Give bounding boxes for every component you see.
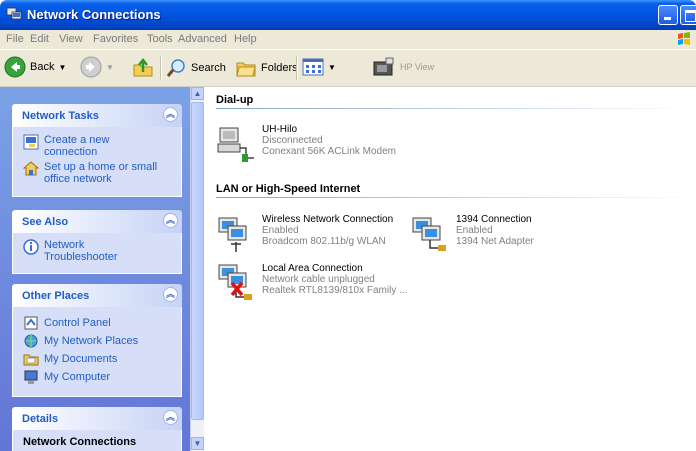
- menu-advanced[interactable]: Advanced: [178, 33, 227, 45]
- network-connections-icon: [6, 7, 22, 20]
- connection-name: Wireless Network Connection: [262, 214, 394, 225]
- group-divider: [216, 108, 696, 109]
- back-button[interactable]: Back ▼: [4, 56, 66, 78]
- menu-favorites[interactable]: Favorites: [93, 33, 138, 45]
- scroll-up-icon[interactable]: ▲: [191, 87, 204, 100]
- connection-device: Broadcom 802.11b/g WLAN: [262, 236, 386, 247]
- search-button[interactable]: Search: [165, 57, 226, 79]
- collapse-chevron-icon[interactable]: ︽: [163, 287, 178, 302]
- see-also-body: Network Troubleshooter: [12, 233, 182, 274]
- toolbar-separator: [160, 56, 162, 80]
- home-network-icon: [23, 161, 39, 176]
- my-computer-icon: [24, 370, 38, 384]
- hp-view-icon: [373, 57, 394, 76]
- control-panel-link[interactable]: Control Panel: [23, 315, 164, 331]
- home-network-link[interactable]: Set up a home or small office network: [23, 161, 164, 185]
- other-places-body: Control Panel My Network Places My Docum…: [12, 307, 182, 397]
- menu-help[interactable]: Help: [234, 33, 257, 45]
- network-troubleshooter-link[interactable]: Network Troubleshooter: [23, 239, 124, 263]
- windows-logo-icon: [674, 31, 694, 47]
- dialup-modem-icon: [217, 127, 254, 162]
- collapse-chevron-icon[interactable]: ︽: [163, 213, 178, 228]
- folders-button[interactable]: Folders: [235, 57, 298, 79]
- network-tasks-body: Create a new connection Set up a home or…: [12, 127, 182, 197]
- network-tasks-header[interactable]: Network Tasks ︽: [12, 104, 182, 127]
- menu-edit[interactable]: Edit: [30, 33, 49, 45]
- views-dropdown-icon: ▼: [328, 62, 336, 72]
- up-folder-icon[interactable]: [132, 58, 154, 78]
- control-panel-icon: [24, 316, 38, 330]
- my-network-places-link[interactable]: My Network Places: [23, 333, 164, 349]
- connection-name: 1394 Connection: [456, 214, 532, 225]
- connection-name: UH-Hilo: [262, 124, 297, 135]
- menu-view[interactable]: View: [59, 33, 83, 45]
- collapse-chevron-icon[interactable]: ︽: [163, 107, 178, 122]
- menu-file[interactable]: File: [6, 33, 24, 45]
- connection-status: Enabled: [262, 225, 299, 236]
- task-pane-scrollbar[interactable]: ▲ ▼: [190, 87, 204, 451]
- connection-device: Realtek RTL8139/810x Family ...: [262, 285, 408, 296]
- connection-device: 1394 Net Adapter: [456, 236, 534, 247]
- back-arrow-icon: [4, 56, 26, 78]
- network-connection-icon: [412, 217, 446, 251]
- connection-status: Disconnected: [262, 135, 323, 146]
- forward-button[interactable]: ▼: [80, 56, 114, 78]
- views-icon: [302, 58, 324, 76]
- new-connection-icon: [23, 134, 39, 150]
- scrollbar-thumb[interactable]: [191, 102, 204, 420]
- scroll-down-icon[interactable]: ▼: [191, 437, 204, 450]
- other-places-header[interactable]: Other Places ︽: [12, 284, 182, 307]
- toolbar-separator: [296, 56, 298, 80]
- maximize-button[interactable]: [680, 5, 696, 25]
- hp-view-button[interactable]: HP View: [372, 56, 434, 78]
- forward-dropdown-icon: ▼: [106, 62, 114, 72]
- task-pane: Network Tasks ︽ Create a new connection …: [0, 87, 190, 451]
- details-body: Network Connections: [12, 430, 182, 451]
- group-header-dialup: Dial-up: [216, 94, 254, 106]
- create-connection-link[interactable]: Create a new connection: [23, 134, 164, 158]
- title-bar: Network Connections: [0, 0, 696, 30]
- window-title: Network Connections: [27, 7, 161, 22]
- connection-status: Enabled: [456, 225, 493, 236]
- details-subtitle: Network Connections: [23, 436, 137, 448]
- my-documents-link[interactable]: My Documents: [23, 351, 164, 367]
- connection-name: Local Area Connection: [262, 263, 363, 274]
- connections-view: Dial-up UH-Hilo Disconnected Conexant 56…: [204, 87, 696, 451]
- minimize-button[interactable]: [658, 5, 678, 25]
- network-unplugged-icon: [218, 264, 252, 300]
- group-header-lan: LAN or High-Speed Internet: [216, 183, 361, 195]
- connection-device: Conexant 56K ACLink Modem: [262, 146, 396, 157]
- search-icon: [166, 59, 185, 77]
- views-button[interactable]: ▼: [302, 57, 336, 77]
- menu-bar: File Edit View Favorites Tools Advanced …: [0, 30, 696, 50]
- my-computer-link[interactable]: My Computer: [23, 369, 164, 385]
- help-info-icon: [23, 239, 39, 255]
- network-places-icon: [24, 334, 38, 348]
- see-also-header[interactable]: See Also ︽: [12, 210, 182, 233]
- menu-tools[interactable]: Tools: [147, 33, 173, 45]
- connection-status: Network cable unplugged: [262, 274, 375, 285]
- folders-icon: [236, 62, 256, 77]
- my-documents-icon: [23, 354, 39, 366]
- group-divider: [216, 197, 696, 198]
- forward-arrow-icon: [80, 56, 102, 78]
- collapse-chevron-icon[interactable]: ︽: [163, 410, 178, 425]
- toolbar: Back ▼ ▼ Search Folders ▼ HP View: [0, 50, 696, 87]
- details-header[interactable]: Details ︽: [12, 407, 182, 430]
- back-dropdown-icon[interactable]: ▼: [58, 63, 66, 72]
- wireless-connection-icon: [218, 217, 247, 252]
